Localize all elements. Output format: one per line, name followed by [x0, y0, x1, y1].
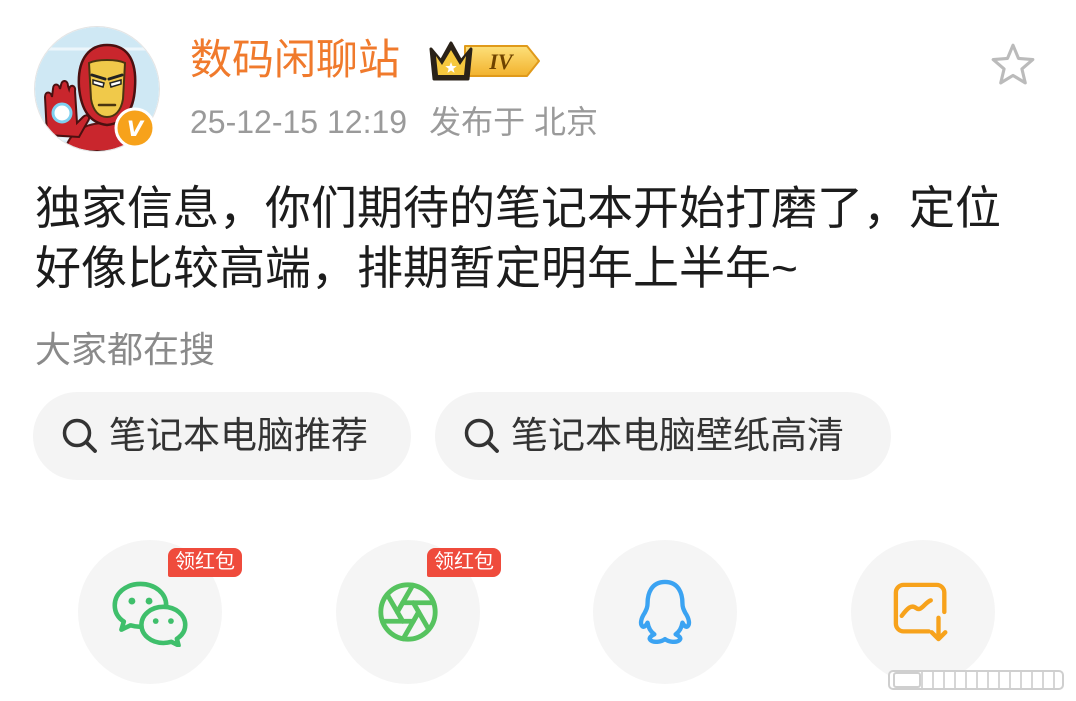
search-icon: [464, 418, 499, 453]
wechat-icon: [112, 581, 188, 647]
post-meta: 25-12-15 12:19 发布于 北京: [190, 100, 598, 144]
post-timestamp: 25-12-15 12:19: [190, 104, 408, 140]
trending-search-chip[interactable]: 笔记本电脑壁纸高清: [435, 392, 891, 480]
save-image-button[interactable]: [851, 540, 995, 684]
share-qq-button[interactable]: [593, 540, 737, 684]
star-icon[interactable]: [988, 40, 1038, 90]
red-packet-badge: 领红包: [427, 548, 501, 577]
author-name[interactable]: 数码闲聊站: [190, 32, 400, 88]
trending-search-label: 笔记本电脑壁纸高清: [511, 415, 844, 456]
verified-badge-letter: V: [127, 117, 145, 141]
post-text: 独家信息，你们期待的笔记本开始打磨了，定位好像比较高端，排期暂定明年上半年~: [35, 182, 1001, 294]
crown-level-badge[interactable]: IV: [427, 37, 543, 85]
post-location: 发布于 北京: [429, 104, 598, 140]
trending-search-label: 笔记本电脑推荐: [109, 415, 368, 456]
scroll-indicator: [888, 670, 1064, 690]
save-image-icon: [893, 582, 948, 642]
level-badge-label: IV: [488, 49, 515, 74]
red-packet-badge: 领红包: [168, 548, 242, 577]
trending-title: 大家都在搜: [35, 329, 216, 370]
qq-icon: [638, 579, 692, 645]
trending-search-chip[interactable]: 笔记本电脑推荐: [33, 392, 411, 480]
weibo-post-page: V 数码闲聊站 IV 25-12-15 12:19 发布于 北京 独家信息，你们期…: [0, 0, 1076, 701]
verified-v-badge-icon: V: [114, 107, 156, 149]
moments-icon: [378, 582, 438, 642]
search-icon: [62, 418, 97, 453]
scroll-indicator-thumb: [893, 672, 921, 688]
